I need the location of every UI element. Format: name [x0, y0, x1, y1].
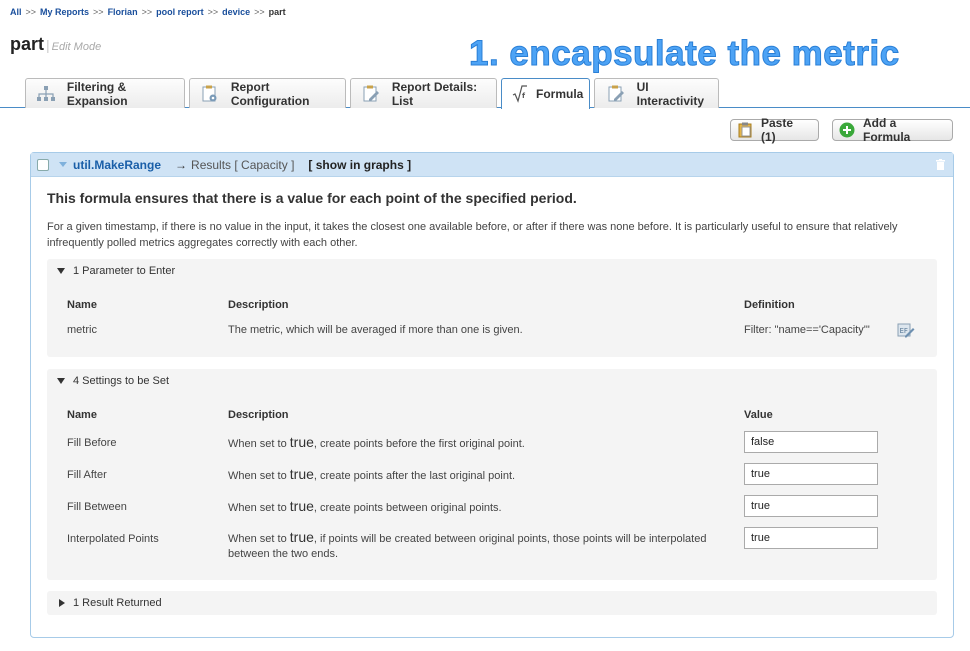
edit-filter-icon[interactable]: EF	[897, 322, 915, 341]
setting-description: When set to true, if points will be crea…	[228, 529, 707, 561]
col-value-header: Value	[744, 409, 773, 421]
tab-ui-interactivity[interactable]: UI Interactivity	[594, 78, 719, 108]
fill-after-input[interactable]: true	[744, 463, 878, 485]
parameters-toggle[interactable]: 1 Parameter to Enter	[57, 265, 175, 277]
formula-panel: util.MakeRange → Results [ Capacity ] [ …	[30, 152, 954, 638]
breadcrumb-separator: >>	[141, 7, 153, 17]
col-definition-header: Definition	[744, 299, 795, 311]
parameters-section: 1 Parameter to Enter Name Description De…	[47, 259, 937, 357]
svg-text:EF: EF	[900, 327, 908, 335]
interpolated-points-input[interactable]: true	[744, 527, 878, 549]
edit-doc-icon	[605, 85, 627, 103]
setting-description: When set to true, create points after th…	[228, 466, 516, 483]
add-formula-label: Add a Formula	[863, 116, 911, 144]
setting-description: When set to true, create points before t…	[228, 434, 525, 451]
config-icon	[200, 85, 221, 103]
caret-right-icon	[59, 599, 65, 607]
breadcrumb-florian[interactable]: Florian	[108, 7, 138, 17]
tab-formula[interactable]: f Formula	[501, 78, 590, 109]
breadcrumb: All >> My Reports >> Florian >> pool report >> d…	[10, 7, 286, 17]
results-section: 1 Result Returned	[47, 591, 937, 615]
breadcrumb-separator: >>	[25, 7, 37, 17]
col-description-header: Description	[228, 409, 289, 421]
tab-label: Formula	[536, 87, 584, 101]
breadcrumb-my-reports[interactable]: My Reports	[40, 7, 89, 17]
title-divider: |	[46, 37, 50, 53]
tab-bar: Filtering & Expansion Report Configurati…	[0, 78, 970, 109]
settings-toggle[interactable]: 4 Settings to be Set	[57, 375, 169, 387]
breadcrumb-separator: >>	[254, 7, 265, 17]
parameters-header: 1 Parameter to Enter	[73, 265, 176, 277]
param-definition: Filter: "name=='Capacity'"	[744, 324, 870, 336]
tab-report-details-list[interactable]: Report Details: List	[350, 78, 497, 108]
results-arrow: →	[175, 157, 188, 172]
sqrt-icon: f	[512, 85, 528, 103]
svg-text:f: f	[522, 92, 526, 100]
caret-down-icon	[57, 268, 65, 274]
breadcrumb-current: part	[268, 7, 286, 17]
setting-name: Fill After	[67, 469, 107, 481]
show-in-graphs-link[interactable]: [ show in graphs ]	[308, 158, 411, 172]
caret-down-icon	[57, 378, 65, 384]
formula-description: For a given timestamp, if there is no va…	[47, 221, 898, 249]
clipboard-icon	[737, 122, 753, 138]
add-formula-button[interactable]: Add a Formula	[832, 116, 953, 144]
col-description-header: Description	[228, 299, 289, 311]
tab-label: UI Interactivity	[636, 79, 704, 108]
formula-title: This formula ensures that there is a val…	[47, 190, 577, 206]
results-header: 1 Result Returned	[73, 597, 162, 609]
breadcrumb-device[interactable]: device	[222, 7, 250, 17]
plus-circle-icon	[839, 122, 855, 138]
setting-name: Fill Between	[67, 501, 127, 513]
formula-results: Results [ Capacity ]	[191, 157, 295, 172]
settings-header: 4 Settings to be Set	[73, 375, 170, 387]
fill-between-input[interactable]: true	[744, 495, 878, 517]
col-name-header: Name	[67, 409, 97, 421]
results-toggle[interactable]: 1 Result Returned	[57, 597, 162, 609]
edit-mode-label: Edit Mode	[51, 41, 102, 53]
tab-filtering-expansion[interactable]: Filtering & Expansion	[25, 78, 185, 108]
param-name: metric	[67, 324, 97, 336]
annotation-callout: 1. encapsulate the metric	[469, 34, 900, 74]
paste-label: Paste (1)	[761, 116, 794, 144]
breadcrumb-all[interactable]: All	[10, 7, 22, 17]
formula-name[interactable]: util.MakeRange	[73, 158, 161, 172]
formula-header: util.MakeRange → Results [ Capacity ] [ …	[31, 153, 953, 177]
tab-report-configuration[interactable]: Report Configuration	[189, 78, 346, 108]
page-title-text: part	[10, 34, 45, 54]
settings-section: 4 Settings to be Set Name Description Va…	[47, 369, 937, 580]
param-description: The metric, which will be averaged if mo…	[228, 324, 523, 336]
tab-label: Filtering & Expansion	[66, 79, 128, 108]
hierarchy-icon	[36, 85, 57, 103]
col-name-header: Name	[67, 299, 97, 311]
collapse-toggle-icon[interactable]	[59, 162, 67, 167]
setting-name: Fill Before	[67, 437, 117, 449]
edit-doc-icon	[361, 85, 382, 103]
tab-label: Report Details: List	[391, 79, 478, 108]
formula-select-checkbox[interactable]	[37, 158, 49, 171]
page-title: part | Edit Mode	[10, 34, 101, 55]
breadcrumb-separator: >>	[93, 7, 104, 17]
breadcrumb-pool-report[interactable]: pool report	[156, 7, 204, 17]
trash-icon[interactable]	[936, 159, 945, 173]
setting-name: Interpolated Points	[67, 533, 159, 545]
tab-label: Report Configuration	[230, 79, 310, 108]
setting-description: When set to true, create points between …	[228, 498, 502, 515]
breadcrumb-separator: >>	[207, 7, 219, 17]
fill-before-input[interactable]: false	[744, 431, 878, 453]
paste-button[interactable]: Paste (1)	[730, 116, 819, 144]
